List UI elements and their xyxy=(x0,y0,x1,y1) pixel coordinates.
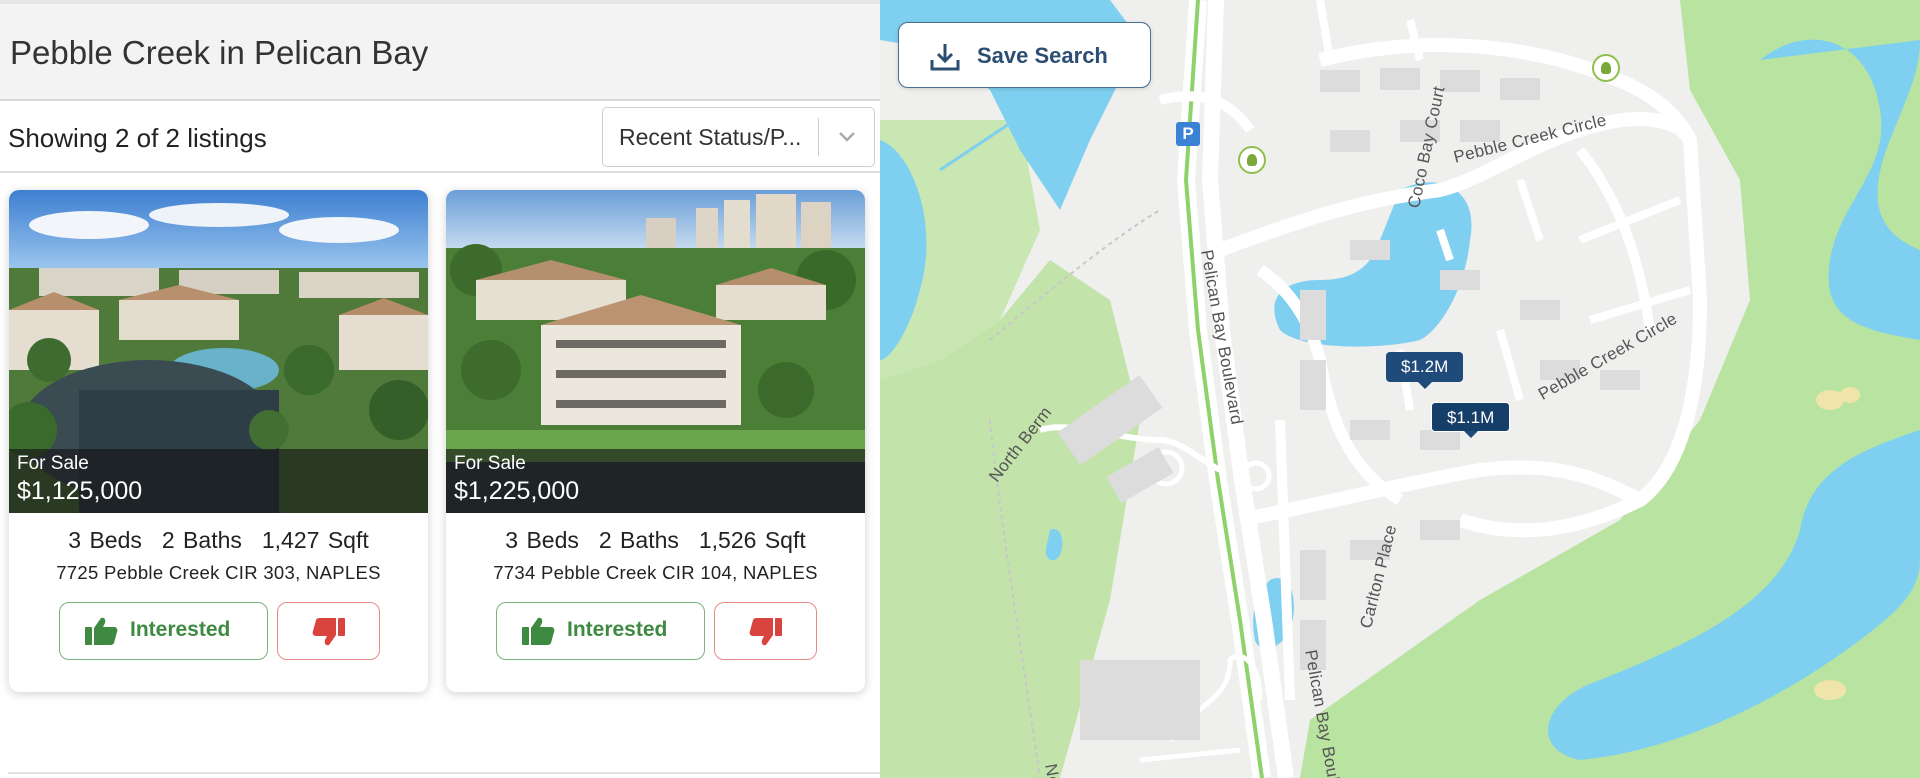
download-icon xyxy=(930,44,960,71)
thumbs-down-icon xyxy=(749,618,782,646)
listing-count: Showing 2 of 2 listings xyxy=(8,123,267,153)
listing-status: For Sale xyxy=(454,453,526,474)
interested-button[interactable]: Interested xyxy=(59,602,268,660)
listing-address[interactable]: 7734 Pebble Creek CIR 104, NAPLES xyxy=(446,562,865,584)
listings-panel: Pebble Creek in Pelican Bay Showing 2 of… xyxy=(0,0,880,778)
listings-header: Showing 2 of 2 listings Recent Status/P.… xyxy=(0,101,880,173)
sort-select-divider xyxy=(818,118,819,156)
thumbs-up-icon xyxy=(522,617,555,645)
listing-beds: 3 Beds xyxy=(68,527,142,553)
park-poi-icon[interactable] xyxy=(1592,54,1620,82)
listing-card[interactable]: For Sale $1,225,000 3 Beds 2 Baths 1,526 S… xyxy=(446,190,865,692)
sort-select-value: Recent Status/P... xyxy=(619,124,802,150)
page-title: Pebble Creek in Pelican Bay xyxy=(10,34,429,71)
price-pin[interactable]: $1.1M xyxy=(1431,402,1511,438)
title-bar: Pebble Creek in Pelican Bay xyxy=(0,4,880,101)
map[interactable]: Save Search P $1.2M $1.1M Pebble Creek C… xyxy=(880,0,1920,778)
listing-status: For Sale xyxy=(17,453,89,474)
listing-price: $1,225,000 xyxy=(454,477,580,505)
listing-price: $1,125,000 xyxy=(17,477,143,505)
bottom-divider xyxy=(8,772,880,774)
listing-facts: 3 Beds 2 Baths 1,526 Sqft xyxy=(446,527,865,554)
parking-icon[interactable]: P xyxy=(1176,122,1200,146)
price-pin[interactable]: $1.2M xyxy=(1386,352,1464,389)
listing-sqft: 1,427 Sqft xyxy=(261,527,369,553)
listing-card[interactable]: For Sale $1,125,000 3 Beds 2 Baths 1,427 S… xyxy=(9,190,428,692)
interested-label: Interested xyxy=(567,618,668,641)
listing-address[interactable]: 7725 Pebble Creek CIR 303, NAPLES xyxy=(9,562,428,584)
park-poi-icon[interactable] xyxy=(1238,146,1266,174)
not-interested-button[interactable] xyxy=(714,602,817,660)
street-label: No xyxy=(1041,762,1064,778)
map-canvas xyxy=(880,0,1920,778)
save-search-button[interactable]: Save Search xyxy=(898,22,1151,88)
listing-sqft: 1,526 Sqft xyxy=(698,527,806,553)
listing-facts: 3 Beds 2 Baths 1,427 Sqft xyxy=(9,527,428,554)
thumbs-up-icon xyxy=(85,617,118,645)
interested-button[interactable]: Interested xyxy=(496,602,705,660)
sort-select[interactable]: Recent Status/P... xyxy=(602,107,875,167)
listing-baths: 2 Baths xyxy=(161,527,242,553)
save-search-label: Save Search xyxy=(977,43,1108,68)
listing-baths: 2 Baths xyxy=(598,527,679,553)
interested-label: Interested xyxy=(130,618,231,641)
not-interested-button[interactable] xyxy=(277,602,380,660)
chevron-down-icon xyxy=(839,132,855,142)
thumbs-down-icon xyxy=(312,618,345,646)
listing-beds: 3 Beds xyxy=(505,527,579,553)
